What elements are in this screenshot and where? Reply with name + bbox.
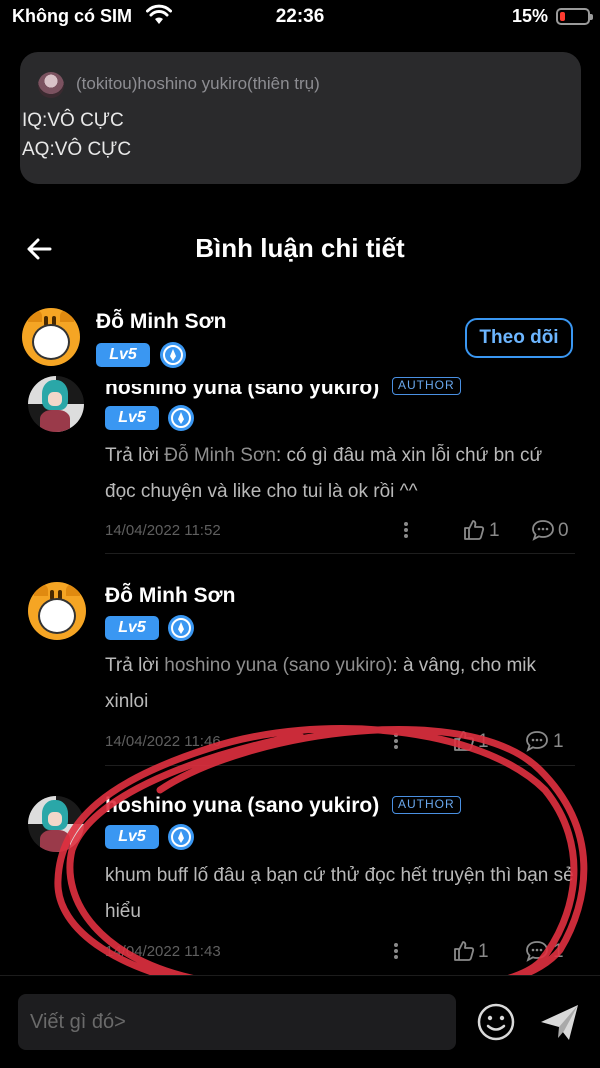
battery-icon xyxy=(556,8,593,25)
clock: 22:36 xyxy=(275,6,325,27)
author-tag: AUTHOR xyxy=(392,796,461,814)
reply-count: 1 xyxy=(553,941,564,962)
comment-text: Trả lời hoshino yuna (sano yukiro): à vâ… xyxy=(105,648,575,720)
comment-author-row: Đỗ Minh Sơn Lv5 Theo dõi xyxy=(0,300,600,376)
list-item: Đỗ Minh Sơn Lv5 Trả lời hoshino yuna (sa… xyxy=(0,578,600,766)
notification-line: AQ:VÔ CỰC xyxy=(22,139,132,160)
reply-mention[interactable]: hoshino yuna (sano yukiro) xyxy=(164,655,392,676)
list-item: hoshino yuna (sano yukiro) AUTHOR Lv5 Tr… xyxy=(0,376,600,554)
timestamp: 14/04/2022 11:46 xyxy=(105,733,221,750)
comment-text: Trả lời Đỗ Minh Sơn: có gì đâu mà xin lỗ… xyxy=(105,438,575,510)
like-count: 1 xyxy=(489,520,500,541)
smiley-icon[interactable] xyxy=(476,1002,516,1042)
more-options-icon[interactable] xyxy=(404,522,408,538)
page-header: Bình luận chi tiết xyxy=(0,220,600,280)
reply-prefix: Trả lời xyxy=(105,655,165,676)
notification-line: IQ:VÔ CỰC xyxy=(22,110,124,131)
reply-count: 1 xyxy=(553,731,564,752)
level-badge: Lv5 xyxy=(105,406,159,430)
comment-input[interactable] xyxy=(18,994,456,1050)
thumbs-up-icon[interactable] xyxy=(452,729,476,753)
comment-icon[interactable] xyxy=(530,518,556,542)
divider xyxy=(105,553,575,554)
verified-badge-icon xyxy=(168,615,194,641)
follow-button[interactable]: Theo dõi xyxy=(465,318,573,358)
verified-badge-icon xyxy=(168,405,194,431)
avatar[interactable] xyxy=(28,376,84,432)
author-name[interactable]: Đỗ Minh Sơn xyxy=(96,310,226,334)
timestamp: 14/04/2022 11:43 xyxy=(105,943,221,960)
like-count: 1 xyxy=(478,941,489,962)
thumbs-up-icon[interactable] xyxy=(452,939,476,963)
timestamp: 14/04/2022 11:52 xyxy=(105,522,221,539)
list-item: hoshino yuna (sano yukiro) AUTHOR Lv5 kh… xyxy=(0,788,600,968)
verified-badge-icon xyxy=(160,342,186,368)
avatar[interactable] xyxy=(28,582,86,640)
reply-count: 0 xyxy=(558,520,569,541)
notification-sender: (tokitou)hoshino yukiro(thiên trụ) xyxy=(76,74,320,93)
battery-percentage: 15% xyxy=(511,6,548,26)
level-badge: Lv5 xyxy=(105,616,159,640)
level-badge: Lv5 xyxy=(105,825,159,849)
avatar[interactable] xyxy=(22,308,80,366)
comment-composer xyxy=(0,975,600,1068)
avatar xyxy=(38,72,64,98)
level-badge: Lv5 xyxy=(96,343,150,367)
reply-mention[interactable]: Đỗ Minh Sơn xyxy=(164,445,276,466)
author-name[interactable]: hoshino yuna (sano yukiro) xyxy=(105,384,379,400)
thumbs-up-icon[interactable] xyxy=(462,518,486,542)
verified-badge-icon xyxy=(168,824,194,850)
page-title: Bình luận chi tiết xyxy=(195,233,405,263)
author-tag: AUTHOR xyxy=(392,377,461,395)
author-name[interactable]: Đỗ Minh Sơn xyxy=(105,584,235,608)
like-count: 1 xyxy=(478,731,489,752)
comment-text: khum buff lố đâu ạ bạn cứ thử đọc hết tr… xyxy=(105,865,574,922)
more-options-icon[interactable] xyxy=(394,943,398,959)
status-bar: Không có SIM 22:36 15% xyxy=(0,0,600,36)
paper-plane-icon[interactable] xyxy=(538,1000,582,1044)
divider xyxy=(105,765,575,766)
avatar[interactable] xyxy=(28,796,84,852)
comment-icon[interactable] xyxy=(524,939,550,963)
comment-icon[interactable] xyxy=(524,729,550,753)
more-options-icon[interactable] xyxy=(394,733,398,749)
reply-prefix: Trả lời xyxy=(105,445,165,466)
author-name[interactable]: hoshino yuna (sano yukiro) xyxy=(105,794,379,818)
